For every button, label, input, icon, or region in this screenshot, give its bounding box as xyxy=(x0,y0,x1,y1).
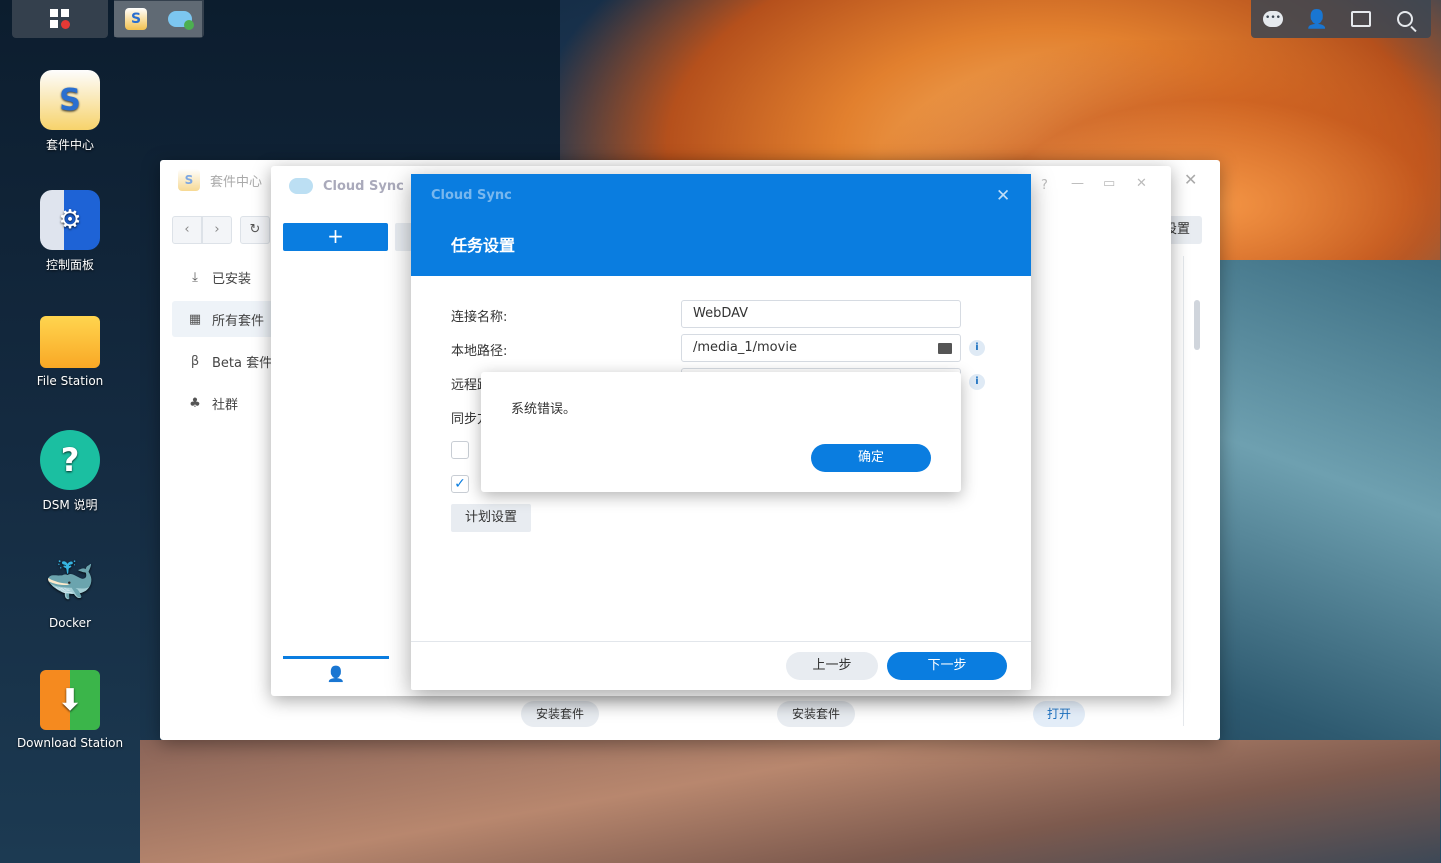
download-icon: ⬇ xyxy=(40,670,100,730)
beta-icon: β xyxy=(190,353,200,369)
cloud-sync-icon xyxy=(168,11,194,30)
desktop-icon-label: 控制面板 xyxy=(45,258,94,272)
main-menu-icon xyxy=(50,9,70,29)
help-icon[interactable]: ? xyxy=(1041,178,1048,193)
desktop-icon-file-station[interactable]: File Station xyxy=(10,310,130,388)
package-center-icon: S xyxy=(178,169,200,191)
desktop-icon-label: File Station xyxy=(36,374,104,388)
previous-step-button[interactable]: 上一步 xyxy=(786,652,878,680)
divider xyxy=(1183,256,1184,726)
forward-button[interactable]: › xyxy=(202,216,232,244)
dialog-title: 任务设置 xyxy=(451,236,516,255)
close-icon[interactable]: ✕ xyxy=(1184,170,1197,189)
window-title: Cloud Sync xyxy=(323,178,404,194)
dialog-footer-divider xyxy=(411,641,1031,642)
help-icon: ? xyxy=(40,430,100,490)
desktop-icon-label: DSM 说明 xyxy=(42,498,98,512)
confirm-button[interactable]: 确定 xyxy=(811,444,931,472)
info-icon[interactable]: i xyxy=(969,374,985,390)
notification-button[interactable]: ••• xyxy=(1251,1,1295,37)
widgets-button[interactable] xyxy=(1339,1,1383,37)
close-icon[interactable]: ✕ xyxy=(996,186,1010,206)
main-menu-button[interactable] xyxy=(12,1,108,37)
taskbar-main-menu-group xyxy=(12,0,108,38)
schedule-settings-button[interactable]: 计划设置 xyxy=(451,504,531,532)
option-checkbox-checked[interactable]: ✓ xyxy=(451,475,469,493)
control-panel-icon: ⚙ xyxy=(40,190,100,250)
cloud-sync-icon xyxy=(289,178,313,194)
desktop-icon-label: 套件中心 xyxy=(45,138,94,152)
search-button[interactable] xyxy=(1383,1,1427,37)
sidebar-item-label: 社群 xyxy=(212,397,239,413)
local-path-value: /media_1/movie xyxy=(693,340,797,355)
sidebar-item-community[interactable]: ♣ 社群 xyxy=(172,385,282,421)
connection-name-label: 连接名称: xyxy=(451,310,508,325)
open-package-button[interactable]: 打开 xyxy=(1033,701,1085,727)
install-package-button[interactable]: 安装套件 xyxy=(521,701,599,727)
connection-name-input[interactable]: WebDAV xyxy=(681,300,961,328)
refresh-button[interactable]: ↻ xyxy=(240,216,270,244)
maximize-icon[interactable]: ▭ xyxy=(1103,176,1115,191)
widgets-icon xyxy=(1351,11,1371,27)
sidebar-item-installed[interactable]: ⤓ 已安装 xyxy=(172,259,282,295)
search-icon xyxy=(1397,11,1417,33)
taskbar-system-tray: ••• 👤 xyxy=(1251,0,1431,38)
user-icon: 👤 xyxy=(326,665,346,683)
dialog-header: Cloud Sync ✕ 任务设置 xyxy=(411,174,1031,276)
option-checkbox-unchecked[interactable] xyxy=(451,441,469,459)
add-connection-button[interactable]: + xyxy=(283,223,388,251)
notification-chat-icon: ••• xyxy=(1263,11,1283,27)
taskbar-cloud-sync-button[interactable] xyxy=(158,1,202,37)
next-step-button[interactable]: 下一步 xyxy=(887,652,1007,680)
local-path-input[interactable]: /media_1/movie xyxy=(681,334,961,362)
package-center-icon: S xyxy=(40,70,100,130)
desktop-icon-download-station[interactable]: ⬇ Download Station xyxy=(10,670,130,750)
taskbar-package-center-button[interactable]: S xyxy=(114,1,158,37)
taskbar-open-apps: S xyxy=(114,0,204,38)
package-center-icon: S xyxy=(125,8,147,30)
back-button[interactable]: ‹ xyxy=(172,216,202,244)
minimize-icon[interactable]: — xyxy=(1071,176,1084,191)
user-button[interactable]: 👤 xyxy=(1295,1,1339,37)
docker-icon: 🐳 xyxy=(45,557,95,604)
sidebar-item-label: Beta 套件 xyxy=(212,355,273,371)
sidebar-item-all-packages[interactable]: ▦ 所有套件 xyxy=(172,301,282,337)
desktop-icon-package-center[interactable]: S 套件中心 xyxy=(10,70,130,153)
sidebar-item-label: 已安装 xyxy=(212,271,252,287)
grid-icon: ▦ xyxy=(188,311,202,327)
wallpaper-sand xyxy=(140,740,1440,863)
error-message-text: 系统错误。 xyxy=(511,402,577,417)
info-icon[interactable]: i xyxy=(969,340,985,356)
error-message-box: 系统错误。 确定 xyxy=(481,372,961,492)
desktop-icon-control-panel[interactable]: ⚙ 控制面板 xyxy=(10,190,130,273)
close-icon[interactable]: ✕ xyxy=(1136,176,1147,191)
desktop-icon-dsm-help[interactable]: ? DSM 说明 xyxy=(10,430,130,513)
sidebar-item-label: 所有套件 xyxy=(212,313,265,329)
user-icon: 👤 xyxy=(1305,8,1329,30)
folder-icon[interactable] xyxy=(938,343,952,354)
install-package-button[interactable]: 安装套件 xyxy=(777,701,855,727)
dialog-app-name: Cloud Sync xyxy=(431,188,512,203)
user-tab[interactable]: 👤 xyxy=(283,659,389,689)
community-icon: ♣ xyxy=(189,395,201,411)
sidebar-item-beta[interactable]: β Beta 套件 xyxy=(172,343,282,379)
download-icon: ⤓ xyxy=(192,269,198,285)
scrollbar[interactable] xyxy=(1194,300,1200,350)
desktop-icon-docker[interactable]: 🐳 Docker xyxy=(10,550,130,631)
window-title: 套件中心 xyxy=(210,174,263,190)
desktop-icon-label: Docker xyxy=(48,616,92,630)
folder-icon xyxy=(40,316,100,368)
local-path-label: 本地路径: xyxy=(451,344,508,359)
desktop-icon-label: Download Station xyxy=(16,736,124,750)
